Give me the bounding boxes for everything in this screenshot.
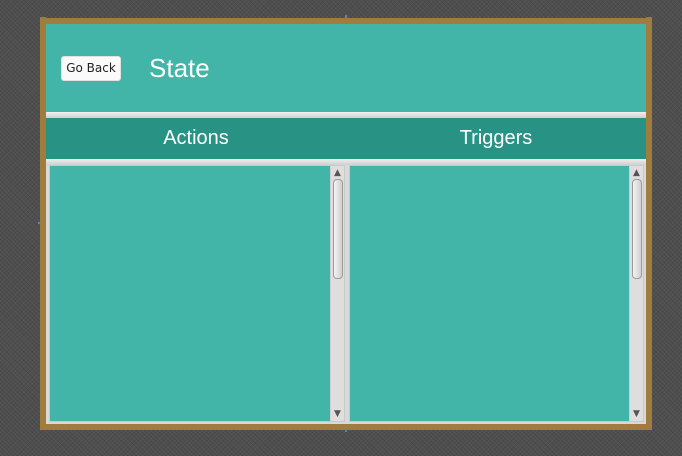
scroll-down-icon[interactable]: ▼ (630, 408, 643, 420)
actions-list[interactable]: ▲ ▼ (49, 165, 345, 422)
scroll-down-icon[interactable]: ▼ (331, 408, 344, 420)
go-back-button[interactable]: Go Back (61, 56, 121, 81)
header-bar: Go Back State (46, 24, 646, 112)
tab-triggers[interactable]: Triggers (346, 118, 646, 159)
tab-bar: Actions Triggers (46, 118, 646, 159)
triggers-list-scrollbar[interactable]: ▲ ▼ (629, 166, 643, 421)
page-title: State (149, 53, 210, 83)
scroll-up-icon[interactable]: ▲ (331, 167, 344, 179)
actions-list-scrollbar[interactable]: ▲ ▼ (330, 166, 344, 421)
state-window: Go Back State Actions Triggers ▲ ▼ ▲ ▼ (40, 18, 652, 430)
scroll-thumb[interactable] (333, 179, 343, 279)
tab-actions[interactable]: Actions (46, 118, 346, 159)
triggers-list[interactable]: ▲ ▼ (349, 165, 644, 422)
scroll-up-icon[interactable]: ▲ (630, 167, 643, 179)
state-panel: Go Back State Actions Triggers ▲ ▼ ▲ ▼ (46, 24, 646, 424)
scroll-thumb[interactable] (632, 179, 642, 279)
